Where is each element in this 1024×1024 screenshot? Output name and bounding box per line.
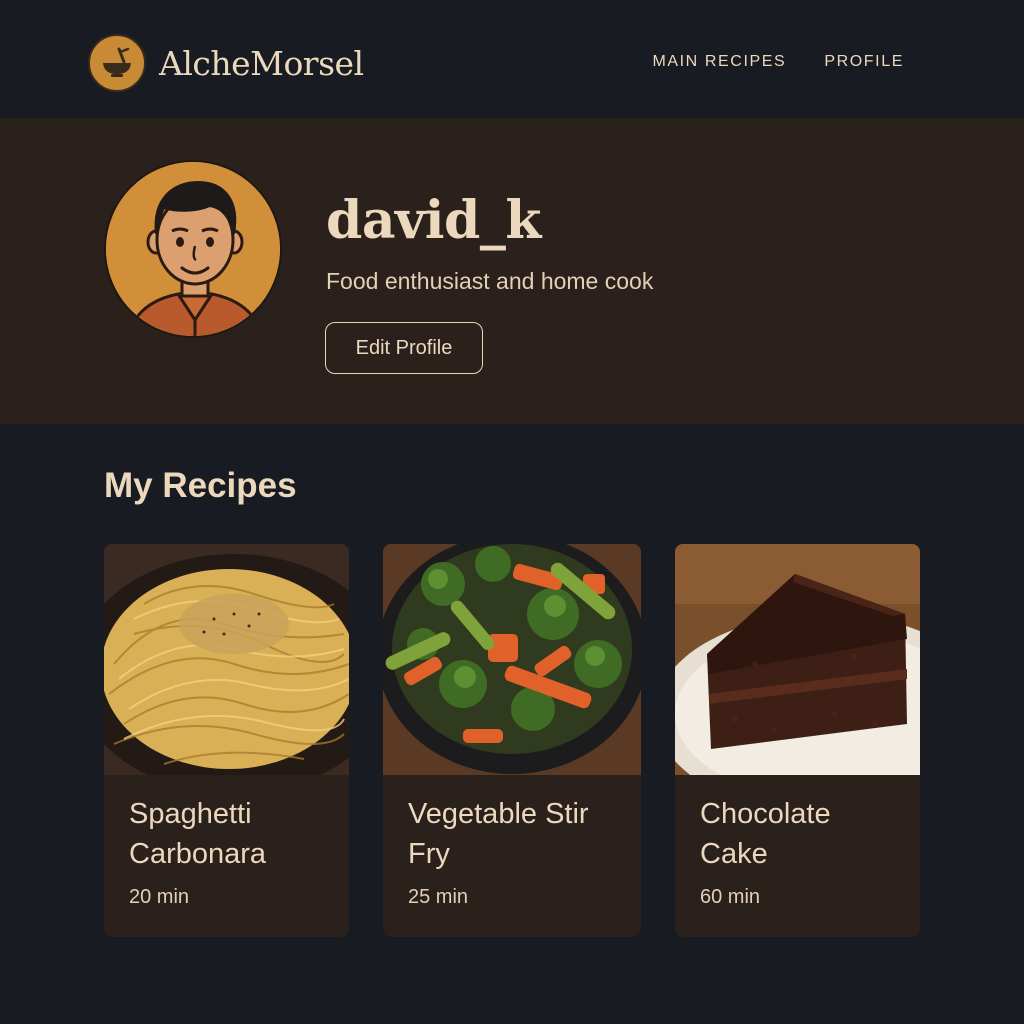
- recipe-time: 25 min: [408, 886, 469, 908]
- recipe-title: Vegetable Stir Fry: [408, 798, 589, 870]
- stir-fry-image: [383, 544, 641, 775]
- recipe-title: Spaghetti Carbonara: [129, 798, 267, 870]
- recipe-card-spaghetti-carbonara[interactable]: Spaghetti Carbonara 20 min: [104, 544, 349, 937]
- user-avatar: [104, 160, 282, 338]
- brand-name: AlcheMorsel: [159, 43, 364, 83]
- nav-main-recipes[interactable]: MAIN RECIPES: [652, 53, 786, 71]
- brand-home-link[interactable]: AlcheMorsel: [88, 34, 364, 92]
- profile-header: david_k Food enthusiast and home cook Ed…: [0, 118, 1024, 424]
- recipe-time: 20 min: [129, 886, 190, 908]
- edit-profile-button[interactable]: Edit Profile: [325, 322, 483, 374]
- profile-bio: Food enthusiast and home cook: [326, 268, 654, 294]
- main-nav: MAIN RECIPES PROFILE: [652, 53, 904, 71]
- recipe-time: 60 min: [700, 886, 761, 908]
- recipe-card-chocolate-cake[interactable]: Chocolate Cake 60 min: [675, 544, 920, 937]
- pasta-image: [104, 544, 349, 775]
- recipe-card-vegetable-stir-fry[interactable]: Vegetable Stir Fry 25 min: [383, 544, 641, 937]
- bowl-icon: [88, 34, 146, 92]
- recipe-title: Chocolate Cake: [700, 798, 831, 870]
- cake-image: [675, 544, 920, 775]
- profile-username: david_k: [326, 190, 541, 251]
- my-recipes-heading: My Recipes: [104, 466, 297, 505]
- nav-profile[interactable]: PROFILE: [824, 53, 904, 71]
- top-navigation-bar: AlcheMorsel MAIN RECIPES PROFILE: [0, 0, 1024, 118]
